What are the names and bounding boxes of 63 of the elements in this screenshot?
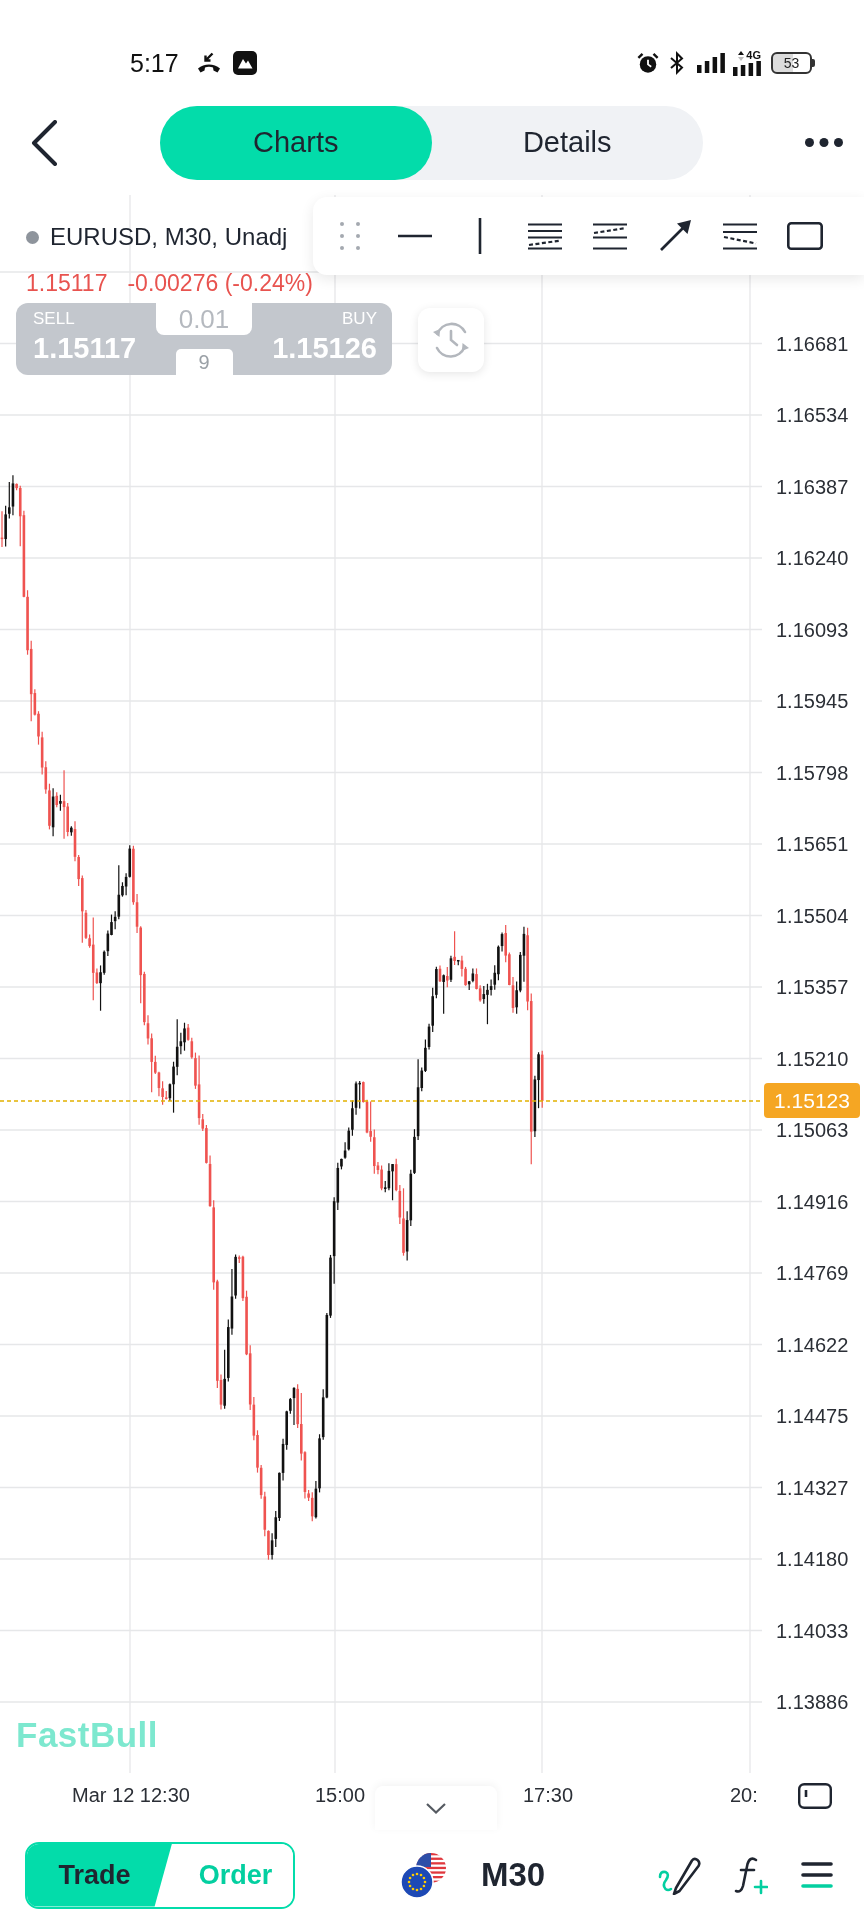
spread-value: 9	[175, 349, 233, 375]
rectangle-icon[interactable]	[787, 222, 823, 250]
more-icon[interactable]	[805, 138, 843, 147]
price-axis-label: 1.16093	[776, 618, 849, 641]
data-arrows-icon	[738, 50, 745, 61]
function-plus-icon[interactable]	[734, 1855, 768, 1895]
dashed-channel-icon[interactable]	[593, 222, 627, 250]
status-dot-icon	[26, 230, 39, 244]
price-axis-label: 1.15798	[776, 761, 849, 784]
time-axis-label: 20:	[730, 1784, 758, 1806]
current-price-tag: 1.15123	[764, 1083, 860, 1118]
signal-icon	[733, 61, 761, 76]
app-icon	[232, 51, 257, 75]
menu-icon[interactable]	[801, 1862, 833, 1888]
brand-logo: FastBull	[16, 1715, 159, 1755]
price-axis-label: 1.16240	[776, 547, 849, 569]
panel-layout-icon[interactable]	[798, 1783, 832, 1809]
dashed-lines-icon[interactable]	[723, 222, 757, 250]
currency-pair-flags-icon[interactable]	[400, 1851, 448, 1899]
view-tab[interactable]: Charts	[160, 105, 432, 180]
horizontal-line-icon[interactable]	[398, 234, 432, 238]
alarm-icon	[637, 52, 659, 74]
price-axis-label: 1.14769	[776, 1262, 849, 1284]
view-tab[interactable]: Details	[431, 105, 703, 180]
price-change: -0.00276 (-0.24%)	[127, 270, 313, 296]
vertical-line-icon[interactable]	[478, 218, 482, 254]
price-axis-label: 1.14475	[776, 1405, 849, 1427]
price-axis-label: 1.15504	[776, 904, 849, 927]
draw-tool-icon[interactable]	[657, 1855, 701, 1895]
symbol-title: EURUSD, M30, Unadj	[50, 222, 288, 252]
price-axis-label: 1.14033	[776, 1619, 849, 1642]
back-icon[interactable]	[30, 119, 58, 166]
price-axis-label: 1.16387	[776, 475, 849, 498]
price-axis-label: 1.14622	[776, 1333, 849, 1356]
collapse-handle[interactable]	[375, 1786, 497, 1830]
clock-arrows-icon	[431, 320, 471, 360]
network-type: 4G	[746, 50, 761, 61]
price-axis-label: 1.15210	[776, 1047, 849, 1070]
time-axis-label: Mar 12 12:30	[72, 1784, 190, 1806]
bluetooth-icon	[670, 51, 684, 75]
price-axis-label: 1.16534	[776, 404, 849, 426]
battery-indicator: 53	[771, 52, 815, 74]
last-price: 1.15117	[26, 270, 108, 296]
price-axis-label: 1.14327	[776, 1476, 849, 1499]
time-axis-label: 15:00	[314, 1784, 366, 1806]
drag-handle-icon[interactable]	[340, 222, 360, 250]
price-axis-label: 1.14180	[776, 1548, 849, 1570]
price-axis-label: 1.13886	[776, 1691, 849, 1713]
price-axis-label: 1.15651	[776, 833, 849, 855]
missed-call-icon	[196, 52, 221, 74]
price-axis-label: 1.15063	[776, 1119, 849, 1141]
striped-lines-icon[interactable]	[528, 222, 562, 250]
chevron-down-icon	[426, 1802, 446, 1814]
price-axis-label: 1.15357	[776, 976, 849, 998]
arrow-icon[interactable]	[659, 220, 691, 252]
mode-tab[interactable]: Trade	[27, 1843, 172, 1907]
signal-icon	[697, 53, 725, 73]
time-axis-label: 17:30	[522, 1784, 574, 1806]
status-time: 5:17	[130, 50, 179, 76]
price-axis-label: 1.15945	[776, 690, 849, 712]
price-axis-label: 1.16681	[776, 332, 849, 355]
price-axis-label: 1.14916	[776, 1190, 849, 1213]
timeframe-selector[interactable]: M30	[481, 1850, 546, 1900]
